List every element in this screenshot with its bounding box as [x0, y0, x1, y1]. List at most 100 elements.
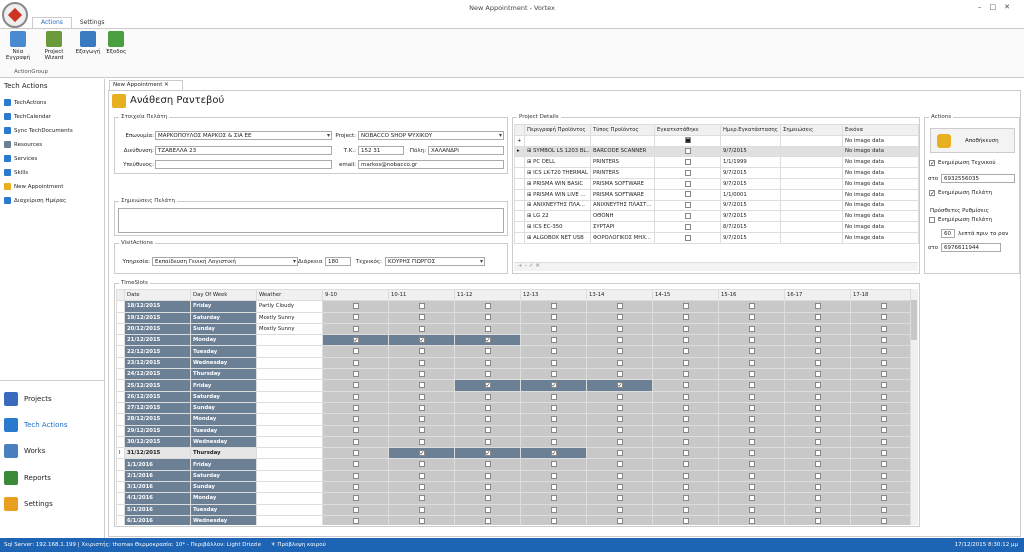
slot-checkbox[interactable]	[550, 359, 557, 366]
slot-cell[interactable]	[388, 368, 455, 381]
slot-cell[interactable]	[718, 458, 785, 471]
date-cell[interactable]: 18/12/2015	[124, 300, 191, 313]
tab-actions[interactable]: Actions	[32, 17, 72, 28]
city-field[interactable]: ΧΑΛΑΝΔΡΙ	[428, 146, 504, 155]
notify-client-checkbox[interactable]	[929, 190, 935, 196]
slot-cell[interactable]	[718, 311, 785, 324]
slot-cell[interactable]	[454, 458, 521, 471]
slot-cell[interactable]	[388, 469, 455, 483]
ts-column-header[interactable]: 13-14	[586, 289, 653, 302]
day-cell[interactable]: Friday	[190, 458, 257, 471]
slot-cell[interactable]	[388, 379, 455, 392]
slot-checkbox[interactable]	[616, 472, 623, 479]
date-cell[interactable]: 23/12/2015	[124, 356, 191, 370]
slot-cell[interactable]	[850, 481, 910, 494]
slot-cell[interactable]	[784, 311, 851, 324]
slot-checkbox[interactable]	[616, 427, 623, 434]
day-cell[interactable]: Sunday	[190, 401, 257, 415]
slot-cell[interactable]	[850, 345, 910, 358]
date-cell[interactable]: 1/1/2016	[124, 458, 191, 471]
slot-checkbox[interactable]	[418, 348, 425, 355]
ts-row[interactable]: 23/12/2015 Wednesday	[116, 356, 910, 370]
slot-cell[interactable]	[520, 481, 587, 494]
slot-checkbox[interactable]	[682, 348, 689, 355]
slot-cell[interactable]	[520, 311, 587, 324]
slot-cell[interactable]	[520, 424, 587, 437]
slot-cell[interactable]	[718, 322, 785, 336]
ts-row[interactable]: 22/12/2015 Tuesday	[116, 345, 910, 358]
slot-cell[interactable]	[784, 458, 851, 471]
slot-checkbox[interactable]	[748, 393, 755, 400]
day-cell[interactable]: Monday	[190, 334, 257, 347]
new-record-button[interactable]: Νέα Εγγραφή	[4, 31, 32, 61]
ts-row[interactable]: 20/12/2015 Sunday Mostly Sunny	[116, 322, 910, 336]
slot-cell[interactable]	[454, 503, 521, 516]
slot-cell[interactable]	[454, 447, 521, 460]
pd-row[interactable]: ⊞ ICS LK-T20 THERMAL PRINTERS 9/7/2015 No i…	[514, 167, 919, 179]
postcode-field[interactable]: 152 31	[358, 146, 404, 155]
slot-cell[interactable]	[718, 435, 785, 449]
slot-cell[interactable]	[322, 503, 389, 516]
slot-checkbox[interactable]	[682, 495, 689, 502]
date-cell[interactable]: 5/1/2016	[124, 503, 191, 516]
slot-checkbox[interactable]	[814, 427, 821, 434]
slot-cell[interactable]	[718, 481, 785, 494]
slot-cell[interactable]	[850, 413, 910, 426]
project-select[interactable]: ΝΟΒΑCCO SHOP ΨΥΧΙΚΟΥ	[358, 131, 504, 140]
slot-cell[interactable]	[718, 514, 785, 525]
slot-cell[interactable]	[784, 334, 851, 347]
slot-cell[interactable]	[454, 311, 521, 324]
slot-checkbox[interactable]	[880, 495, 887, 502]
slot-cell[interactable]	[718, 334, 785, 347]
slot-checkbox[interactable]	[748, 506, 755, 513]
slot-checkbox[interactable]	[616, 416, 623, 423]
assign-button[interactable]: Αποθήκευση	[930, 128, 1015, 153]
day-cell[interactable]: Thursday	[190, 447, 257, 460]
slot-checkbox[interactable]	[352, 303, 359, 310]
slot-cell[interactable]	[388, 311, 455, 324]
slot-checkbox[interactable]	[748, 483, 755, 490]
client-phone-field[interactable]: 6976611944	[941, 243, 1001, 252]
slot-cell[interactable]	[652, 458, 719, 471]
slot-checkbox[interactable]	[814, 495, 821, 502]
slot-checkbox[interactable]	[352, 393, 359, 400]
slot-checkbox[interactable]	[814, 472, 821, 479]
slot-cell[interactable]	[520, 458, 587, 471]
day-cell[interactable]: Monday	[190, 492, 257, 505]
slot-cell[interactable]	[388, 424, 455, 437]
slot-checkbox[interactable]	[352, 506, 359, 513]
slot-cell[interactable]	[784, 492, 851, 505]
slot-checkbox[interactable]	[682, 416, 689, 423]
slot-checkbox[interactable]	[352, 483, 359, 490]
slot-checkbox[interactable]	[484, 348, 491, 355]
slot-checkbox[interactable]	[616, 393, 623, 400]
slot-cell[interactable]	[520, 492, 587, 505]
slot-checkbox[interactable]	[352, 348, 359, 355]
slot-checkbox[interactable]	[880, 483, 887, 490]
slot-checkbox[interactable]	[616, 506, 623, 513]
ts-column-header[interactable]: Date	[124, 289, 191, 302]
day-cell[interactable]: Wednesday	[190, 356, 257, 370]
slot-cell[interactable]	[586, 458, 653, 471]
slot-checkbox[interactable]	[682, 427, 689, 434]
slot-cell[interactable]	[454, 390, 521, 403]
slot-checkbox[interactable]	[352, 495, 359, 502]
slot-cell[interactable]	[322, 311, 389, 324]
notify-tech-checkbox[interactable]	[929, 160, 935, 166]
slot-checkbox[interactable]	[682, 314, 689, 321]
slot-checkbox[interactable]	[352, 416, 359, 423]
slot-cell[interactable]	[586, 447, 653, 460]
slot-checkbox[interactable]	[748, 461, 755, 468]
slot-checkbox[interactable]	[484, 359, 491, 366]
slot-checkbox[interactable]	[880, 404, 887, 411]
slot-checkbox[interactable]	[880, 461, 887, 468]
slot-checkbox[interactable]	[550, 325, 557, 332]
day-cell[interactable]: Wednesday	[190, 435, 257, 449]
slot-cell[interactable]	[850, 469, 910, 483]
installed-checkbox[interactable]	[684, 180, 691, 187]
pd-column-header[interactable]: Τύπος Προϊόντος	[590, 124, 655, 136]
slot-checkbox[interactable]	[748, 370, 755, 377]
pd-column-header[interactable]: Περιγραφή Προϊόντος	[524, 124, 591, 136]
date-cell[interactable]: 6/1/2016	[124, 514, 191, 525]
pd-row[interactable]: ▸ ⊞ SYMBOL LS 1203 BL... BARCODE SCANNER 9/…	[514, 145, 919, 158]
